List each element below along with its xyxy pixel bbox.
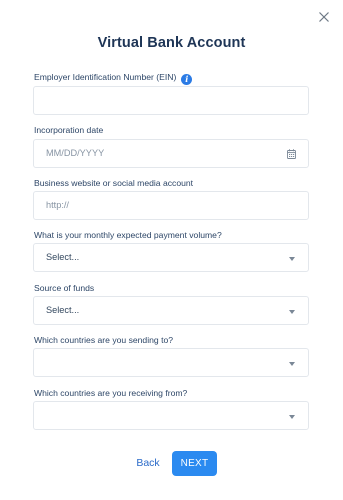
website-placeholder: http:// <box>46 200 69 210</box>
ein-label: Employer Identification Number (EIN) i <box>34 72 193 85</box>
receiving-from-label: Which countries are you receiving from? <box>34 388 188 398</box>
chevron-down-icon <box>289 415 295 419</box>
source-of-funds-select[interactable]: Select... <box>33 296 309 325</box>
close-icon <box>319 12 329 22</box>
incorporation-date-input[interactable]: MM/DD/YYYY <box>33 139 309 168</box>
back-button[interactable]: Back <box>127 457 169 473</box>
next-button[interactable]: NEXT <box>172 451 217 476</box>
calendar-icon[interactable] <box>287 149 296 159</box>
info-icon[interactable]: i <box>181 74 193 85</box>
receiving-from-select[interactable] <box>33 401 309 430</box>
close-button[interactable] <box>315 8 333 26</box>
incorporation-date-placeholder: MM/DD/YYYY <box>46 148 105 158</box>
payment-volume-select[interactable]: Select... <box>33 243 309 272</box>
sending-to-select[interactable] <box>33 348 309 377</box>
ein-label-text: Employer Identification Number (EIN) <box>34 72 177 82</box>
chevron-down-icon <box>289 310 295 314</box>
source-of-funds-selected: Select... <box>46 305 80 315</box>
chevron-down-icon <box>289 362 295 366</box>
website-label: Business website or social media account <box>34 178 194 188</box>
dialog-title: Virtual Bank Account <box>97 35 246 51</box>
payment-volume-selected: Select... <box>46 252 80 262</box>
payment-volume-label: What is your monthly expected payment vo… <box>34 230 222 240</box>
source-of-funds-label: Source of funds <box>34 283 95 293</box>
website-input[interactable]: http:// <box>33 191 309 220</box>
ein-input[interactable] <box>33 86 309 115</box>
virtual-bank-account-dialog: Virtual Bank Account Employer Identifica… <box>0 0 343 500</box>
sending-to-label: Which countries are you sending to? <box>34 335 174 345</box>
chevron-down-icon <box>289 257 295 261</box>
incorporation-date-label: Incorporation date <box>34 125 104 135</box>
